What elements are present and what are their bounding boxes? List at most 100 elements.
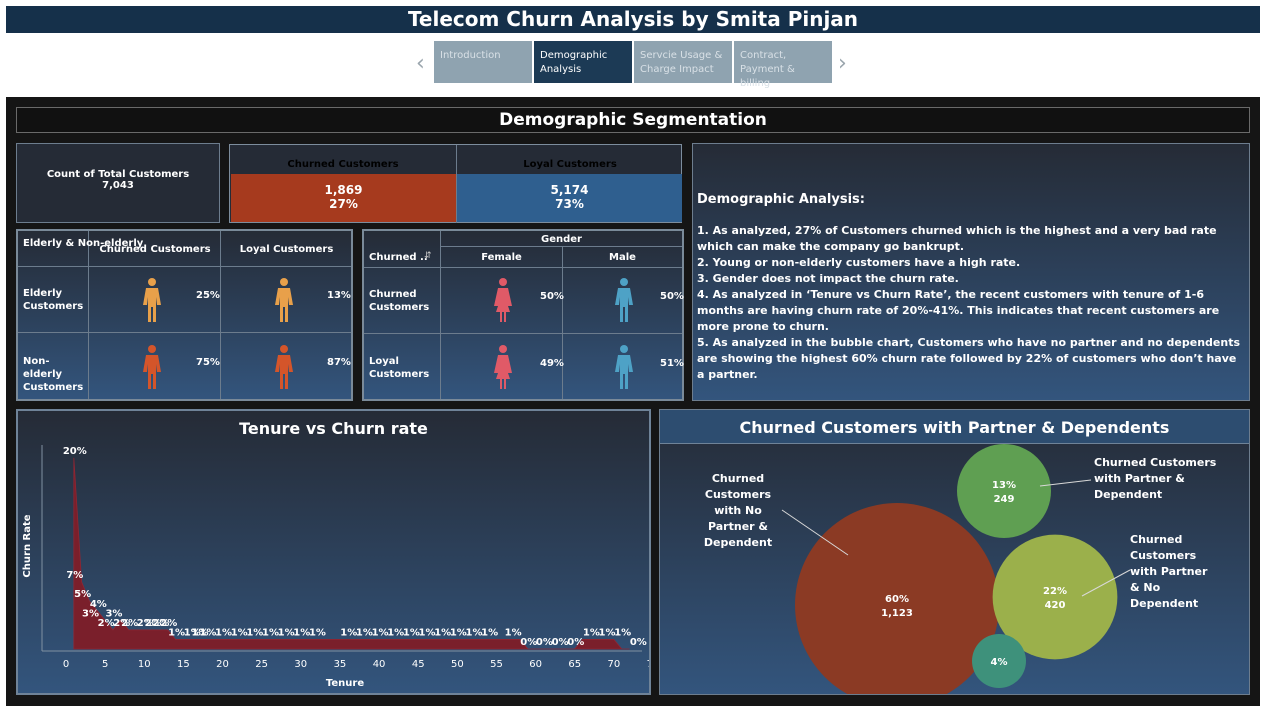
data-label: 1% xyxy=(278,627,295,638)
female-loyal-icon xyxy=(494,345,512,389)
data-label: 0% xyxy=(630,637,647,648)
data-label: 1% xyxy=(215,627,232,638)
bubble-pct-label: 22% xyxy=(1043,586,1067,597)
data-label: 1% xyxy=(309,627,326,638)
data-label: 1% xyxy=(505,627,522,638)
bubble-pct-label: 60% xyxy=(885,594,909,605)
x-tick-label: 60 xyxy=(529,659,542,670)
data-label: 1% xyxy=(340,627,357,638)
data-label: 1% xyxy=(168,627,185,638)
data-label: 1% xyxy=(356,627,373,638)
data-label: 1% xyxy=(262,627,279,638)
bubble-count-label: 420 xyxy=(1045,600,1066,611)
x-tick-label: 0 xyxy=(63,659,69,670)
data-label: 20% xyxy=(63,446,87,457)
x-tick-label: 45 xyxy=(412,659,425,670)
bubble-pct-label: 13% xyxy=(992,480,1016,491)
x-tick-label: 15 xyxy=(177,659,190,670)
data-label: 1% xyxy=(199,627,216,638)
elderly-row-label: Elderly Customers xyxy=(23,288,84,312)
tab-introduction[interactable]: Introduction xyxy=(434,41,532,83)
gender-churned-row-label: Churned Customers xyxy=(369,289,430,313)
x-tick-label: 55 xyxy=(490,659,503,670)
tenure-chart-panel: Tenure vs Churn rate 20% 7% 5% 4% 3% 3% 2% 2% 2%… xyxy=(16,409,651,695)
loyal-value-cell: 5,174 73% xyxy=(457,174,682,222)
gender-table: Gender Churned .. ⇵ Female Male Churned … xyxy=(362,229,684,401)
elderly-loyal-pct: 13% xyxy=(327,290,351,301)
x-tick-label: 40 xyxy=(373,659,386,670)
total-customers-label: Count of Total Customers xyxy=(46,169,190,180)
data-label: 1% xyxy=(246,627,263,638)
male-header: Male xyxy=(609,252,636,263)
elderly-loyal-person-icon xyxy=(275,278,293,322)
next-arrow-icon[interactable]: › xyxy=(838,51,847,76)
data-label: 1% xyxy=(293,627,310,638)
total-customers-value: 7,043 xyxy=(102,180,134,191)
data-label: 5% xyxy=(74,589,91,600)
female-header: Female xyxy=(481,252,522,263)
x-tick-label: 25 xyxy=(255,659,268,670)
analysis-text: 1. As analyzed, 27% of Customers churned… xyxy=(697,224,1241,381)
elderly-churned-pct: 25% xyxy=(196,290,220,301)
churned-value-cell: 1,869 27% xyxy=(231,174,456,222)
bubble-2 xyxy=(957,444,1051,538)
dashboard-title: Telecom Churn Analysis by Smita Pinjan xyxy=(407,7,859,31)
x-tick-label: 5 xyxy=(102,659,108,670)
tab-contract-payment[interactable]: Contract, Payment & billing xyxy=(734,41,832,89)
previous-arrow-icon[interactable]: ‹ xyxy=(416,51,425,76)
data-label: 1% xyxy=(419,627,436,638)
tab-service-usage[interactable]: Servcie Usage & Charge Impact xyxy=(634,41,732,83)
x-tick-label: 30 xyxy=(294,659,307,670)
annotation-partner-dependent: Churned Customers with Partner & Dependent xyxy=(1094,456,1217,501)
tab-demographic-analysis[interactable]: Demographic Analysis xyxy=(534,41,632,83)
loyal-header: Loyal Customers xyxy=(523,159,617,170)
gender-loyal-row-label: Loyal Customers xyxy=(369,356,430,380)
elderly-table: Elderly & Non-elderly Churned Customers … xyxy=(16,229,353,401)
data-label: 1% xyxy=(465,627,482,638)
x-tick-label: 20 xyxy=(216,659,229,670)
data-label: 1% xyxy=(372,627,389,638)
sort-icon[interactable]: ⇵ xyxy=(424,251,432,261)
gender-header: Gender xyxy=(541,234,582,245)
x-tick-label: 35 xyxy=(334,659,347,670)
x-tick-label: 75 xyxy=(647,659,649,670)
bubble-chart-panel: Churned Customers with Partner & Depende… xyxy=(659,409,1250,695)
data-label: 1% xyxy=(434,627,451,638)
data-label: 0% xyxy=(520,637,537,648)
annotation-partner-no-dependent: Churned Customers with Partner & No Dependen… xyxy=(1130,533,1208,610)
data-label: 1% xyxy=(231,627,248,638)
male-churned-icon xyxy=(615,278,633,322)
total-customers-card: Count of Total Customers 7,043 xyxy=(16,143,220,223)
male-churned-pct: 50% xyxy=(660,291,684,302)
dashboard-board: Demographic Segmentation Count of Total … xyxy=(6,97,1260,706)
churn-loyal-summary: Churned Customers Loyal Customers 1,869 2… xyxy=(229,144,682,223)
bubble-chart: 60% 1,123 22% 420 13% 249 4% Churned Customers wi… xyxy=(704,444,1217,694)
x-tick-label: 10 xyxy=(138,659,151,670)
data-label: 1% xyxy=(583,627,600,638)
data-label: 2% xyxy=(98,618,115,629)
bubble-count-label: 1,123 xyxy=(881,608,913,619)
title-bar: Telecom Churn Analysis by Smita Pinjan xyxy=(6,6,1260,33)
data-label: 1% xyxy=(614,627,631,638)
gender-row-header: Churned .. xyxy=(369,252,428,263)
data-label: 1% xyxy=(403,627,420,638)
nonelderly-churned-person-icon xyxy=(143,345,161,389)
data-label: 0% xyxy=(536,637,553,648)
male-loyal-pct: 51% xyxy=(660,358,684,369)
data-label: 1% xyxy=(387,627,404,638)
data-label: 1% xyxy=(481,627,498,638)
section-title: Demographic Segmentation xyxy=(16,107,1250,133)
female-churned-icon xyxy=(494,278,512,322)
female-churned-pct: 50% xyxy=(540,291,564,302)
elderly-loyal-header: Loyal Customers xyxy=(239,244,334,255)
male-loyal-icon xyxy=(615,345,633,389)
annotation-no-partner: Churned Customers with No Partner & Dependen… xyxy=(704,472,772,549)
data-label: 0% xyxy=(567,637,584,648)
female-loyal-pct: 49% xyxy=(540,358,564,369)
nonelderly-row-label: Non-elderly Customers xyxy=(23,356,84,393)
analysis-panel: Demographic Analysis: 1. As analyzed, 27… xyxy=(692,143,1250,401)
x-tick-label: 50 xyxy=(451,659,464,670)
x-axis-title: Tenure xyxy=(326,678,364,689)
data-label: 3% xyxy=(82,608,99,619)
y-axis-title: Churn Rate xyxy=(22,514,33,577)
